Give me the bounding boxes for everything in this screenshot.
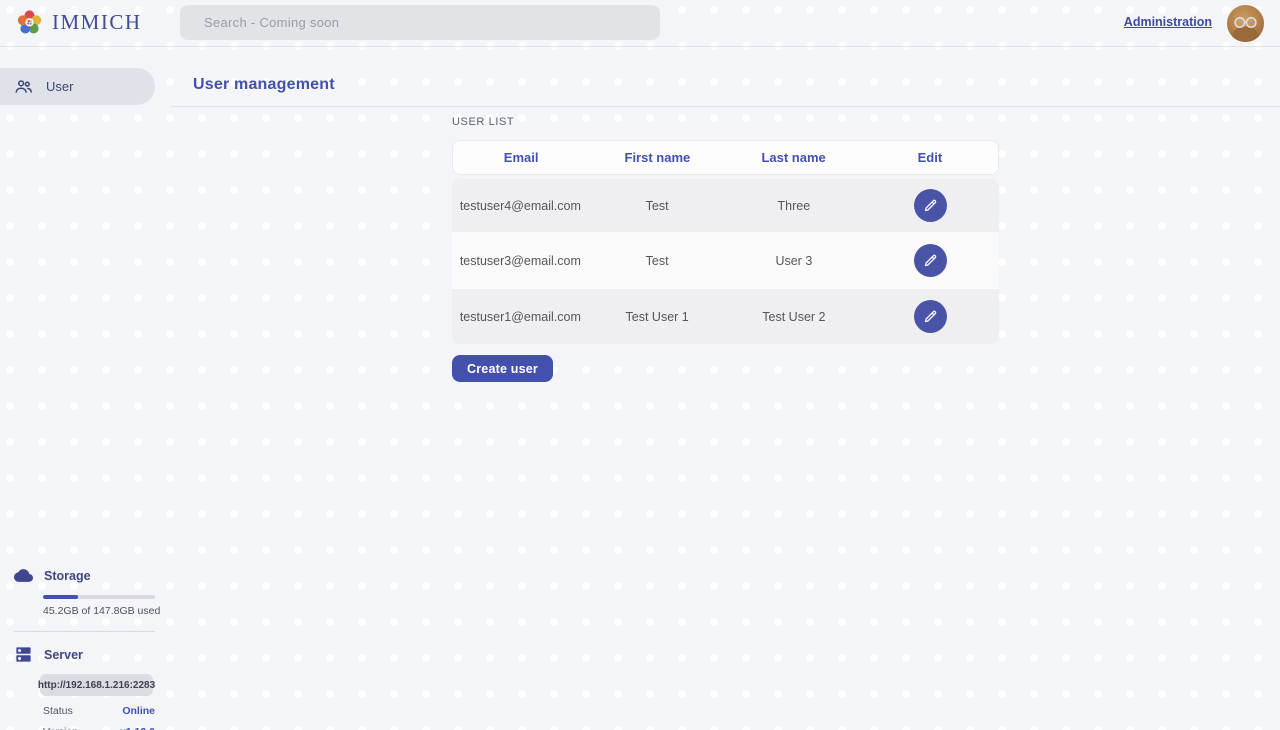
storage-progress-track <box>43 595 155 599</box>
user-email-cell: testuser1@email.com <box>452 310 589 324</box>
table-body: testuser4@email.com Test Three testuser3… <box>452 179 999 344</box>
sidebar-item-label: User <box>46 79 73 94</box>
title-divider <box>171 106 1280 107</box>
column-header-last-name: Last name <box>726 150 862 165</box>
table-header: Email First name Last name Edit <box>452 140 999 175</box>
user-email-cell: testuser3@email.com <box>452 254 589 268</box>
create-user-button[interactable]: Create user <box>452 355 553 382</box>
immich-app: IMMICH Administration <box>0 0 1280 730</box>
storage-usage-text: 45.2GB of 147.8GB used <box>43 605 171 617</box>
user-last-name-cell: User 3 <box>726 254 863 268</box>
people-icon <box>14 77 33 96</box>
version-value: v1.12.0 <box>120 726 155 730</box>
user-last-name-cell: Three <box>726 199 863 213</box>
column-header-edit: Edit <box>862 150 998 165</box>
status-value: Online <box>122 705 155 717</box>
storage-progress-fill <box>43 595 78 599</box>
immich-flower-icon <box>16 9 43 36</box>
edit-user-button[interactable] <box>914 189 947 222</box>
page-title: User management <box>193 76 335 94</box>
column-header-first-name: First name <box>589 150 725 165</box>
server-title: Server <box>44 648 83 662</box>
user-first-name-cell: Test <box>589 199 726 213</box>
server-url-chip: http://192.168.1.216:2283 <box>40 674 153 696</box>
user-last-name-cell: Test User 2 <box>726 310 863 324</box>
pencil-icon <box>923 253 938 268</box>
cloud-icon <box>14 566 33 585</box>
sidebar-item-user[interactable]: User <box>0 68 155 105</box>
status-label: Status <box>43 705 73 717</box>
server-version-row: Version v1.12.0 <box>43 726 155 730</box>
user-email-cell: testuser4@email.com <box>452 199 589 213</box>
pencil-icon <box>923 198 938 213</box>
table-row: testuser4@email.com Test Three <box>452 179 999 234</box>
immich-logo[interactable]: IMMICH <box>16 9 142 36</box>
topbar: IMMICH Administration <box>0 0 1280 47</box>
edit-user-button[interactable] <box>914 244 947 277</box>
user-first-name-cell: Test <box>589 254 726 268</box>
user-first-name-cell: Test User 1 <box>589 310 726 324</box>
avatar-photo <box>1227 5 1264 42</box>
user-list-section: USER LIST Email First name Last name Edi… <box>452 116 999 382</box>
storage-title: Storage <box>44 569 91 583</box>
version-label: Version <box>43 726 78 730</box>
search-bar <box>180 5 660 40</box>
server-panel-header: Server <box>0 645 171 664</box>
edit-user-button[interactable] <box>914 300 947 333</box>
table-row: testuser1@email.com Test User 1 Test Use… <box>452 289 999 344</box>
brand-name: IMMICH <box>52 10 142 35</box>
section-label: USER LIST <box>452 116 999 128</box>
pencil-icon <box>923 309 938 324</box>
sidebar-divider <box>14 631 155 632</box>
user-avatar[interactable] <box>1227 5 1264 42</box>
server-icon <box>14 645 33 664</box>
search-input[interactable] <box>180 5 660 40</box>
administration-link[interactable]: Administration <box>1124 15 1212 29</box>
column-header-email: Email <box>453 150 589 165</box>
sidebar-footer: Storage 45.2GB of 147.8GB used Server ht… <box>0 566 171 730</box>
server-status-row: Status Online <box>43 705 155 717</box>
storage-panel-header: Storage <box>0 566 171 585</box>
table-row: testuser3@email.com Test User 3 <box>452 234 999 289</box>
